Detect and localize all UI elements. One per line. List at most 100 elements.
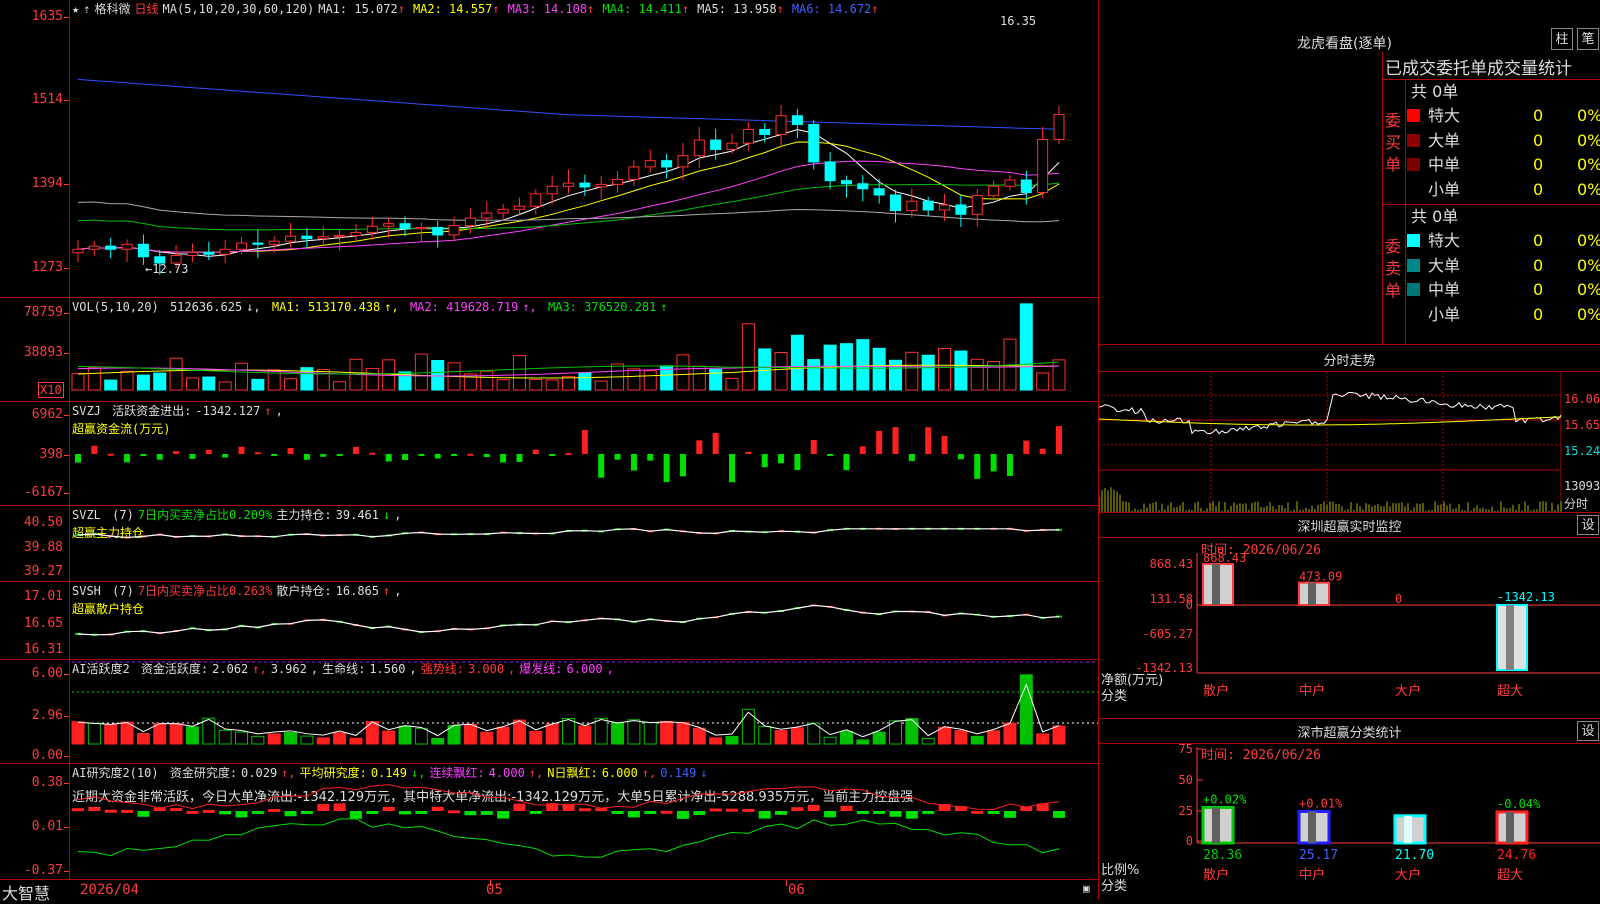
volume-bar [251, 378, 265, 391]
ai-research-pane[interactable]: 0.38 0.01 -0.37 AI研究度2(10) 资金研究度: 0.029 ↑,… [0, 764, 1098, 880]
order-row-count: 0 [1533, 179, 1544, 199]
volume-bar [218, 381, 232, 391]
research-bar [513, 803, 526, 811]
flow-bar [75, 454, 81, 463]
flow-bar [173, 451, 180, 454]
volume-chart[interactable] [0, 298, 1098, 402]
stats-panel[interactable]: 深市超赢分类统计 设 时间: 2026/06/26 75 50 25 0 +0.02% 2… [1098, 718, 1600, 900]
volume-bar [431, 359, 445, 391]
monitor-bar-shade [1212, 564, 1220, 605]
activity-bar [594, 717, 608, 745]
activity-bar [611, 722, 625, 745]
candle-body [88, 245, 100, 250]
volume-bar [774, 351, 788, 391]
candle-body [219, 248, 231, 255]
svzl-chart[interactable] [0, 506, 1098, 582]
volume-bar [185, 377, 199, 391]
research-bar [775, 811, 788, 815]
lock-icon[interactable]: ▣ [1083, 882, 1090, 895]
candle-body [334, 235, 346, 238]
volume-bar [1052, 359, 1066, 391]
svsh-chart[interactable] [0, 582, 1098, 660]
ai-research-chart[interactable] [0, 764, 1098, 880]
pen-mode-button[interactable]: 笔 [1577, 28, 1599, 50]
activity-bar [545, 723, 559, 745]
monitor-tick: -605.27 [1142, 627, 1193, 641]
stats-xlabel: 分类 [1101, 879, 1128, 894]
order-row-pct: 0% [1577, 130, 1600, 150]
svzj-pane[interactable]: 6962 398 -6167 SVZJ 活跃资金进出: -1342.127 ↑, 超… [0, 402, 1098, 506]
candle-body [775, 115, 787, 135]
flow-bar [303, 454, 310, 460]
order-row-pct: 0% [1577, 179, 1600, 199]
intraday-chart[interactable] [1099, 345, 1600, 513]
svsh-pane[interactable]: 17.01 16.65 16.31 SVSH (7) 7日内买卖净占比0.263%… [0, 582, 1098, 660]
stats-bar-shade [1506, 811, 1514, 843]
ma-line [77, 78, 1060, 130]
flow-bar [500, 454, 507, 463]
activity-bar [987, 730, 1001, 745]
research-bar [758, 811, 771, 819]
flow-bar [222, 454, 229, 458]
monitor-bar-shade [1308, 582, 1316, 605]
svzl-pane[interactable]: 40.50 39.88 39.27 SVZL (7) 7日内买卖净占比0.209%… [0, 506, 1098, 582]
volume-bar [1036, 372, 1050, 391]
bar-mode-button[interactable]: 柱 [1551, 28, 1573, 50]
volume-bar [725, 377, 739, 391]
flow-bar [532, 449, 539, 454]
research-bar [431, 806, 444, 811]
color-swatch [1407, 182, 1420, 196]
stats-bar-pct: 24.76 [1497, 848, 1536, 863]
flow-bar [729, 454, 735, 483]
flow-bar [598, 454, 605, 478]
ai-active-chart[interactable] [0, 660, 1098, 764]
flow-bar [908, 454, 915, 462]
research-bar [251, 811, 264, 814]
order-row-pct: 0% [1577, 280, 1600, 299]
stats-bar-delta: +0.01% [1299, 796, 1343, 810]
monitor-panel[interactable]: 深圳超赢实时监控 设 时间: 2026/06/26 868.43 131.58 0-… [1098, 512, 1600, 718]
stats-tab-title[interactable]: 已成交委托单成交量统计 [1385, 54, 1572, 79]
activity-bar [578, 725, 592, 745]
candle-body [579, 182, 591, 188]
candle-body [383, 223, 395, 227]
volume-pane[interactable]: 78759 38893 X10 VOL(5,10,20) 512636.625 ↓… [0, 298, 1098, 402]
flow-bar [565, 453, 572, 456]
dragon-tiger-panel: 龙虎看盘(逐单) 柱 笔 已成交委托单成交量统计 委买单 委卖单 共 0单 特大… [1098, 0, 1600, 344]
candle-body [1004, 179, 1016, 187]
stats-tick: 75 [1179, 742, 1193, 756]
intraday-tick: 15.24 [1564, 444, 1600, 458]
activity-bar [235, 731, 248, 745]
flow-bar [271, 454, 278, 456]
intraday-panel[interactable]: 分时走势 16.06 15.65 15.24 13093 分时 [1098, 344, 1600, 513]
activity-bar [463, 723, 477, 745]
monitor-tick: 0 [1186, 598, 1193, 612]
order-row-pct: 0% [1577, 106, 1600, 125]
volume-bar [627, 368, 641, 391]
ai-active-pane[interactable]: 6.00 2.96 0.00 AI活跃度2 资金活跃度: 2.062 ↑, 3.962… [0, 660, 1098, 764]
research-bar [137, 811, 150, 817]
activity-bar [741, 708, 755, 745]
volume-bar [414, 353, 428, 391]
order-row: 特大 0 0% [1407, 104, 1600, 128]
stats-bar-delta: +0.02% [1203, 792, 1247, 806]
volume-bar [120, 370, 134, 391]
order-row-label: 小单 [1428, 179, 1461, 199]
svzj-chart[interactable] [0, 402, 1098, 506]
research-bar [349, 811, 362, 819]
candlestick-chart[interactable] [0, 0, 1098, 298]
flow-bar [1056, 426, 1062, 454]
stats-bar-label: 散户 [1203, 867, 1229, 883]
candle-body [366, 225, 378, 233]
kline-pane[interactable]: 1635 1514 1394 1273 ★ ⇡ 格科微 日线 MA(5,10,20,30… [0, 0, 1098, 298]
stats-bar-shade [1404, 815, 1412, 843]
flow-bar [696, 440, 703, 454]
research-bar [72, 808, 84, 812]
stats-bar-shade [1212, 807, 1220, 843]
candle-body [824, 161, 836, 182]
candle-body [971, 195, 983, 215]
research-bar [382, 806, 395, 811]
research-bar [268, 809, 281, 813]
color-swatch [1407, 158, 1420, 171]
activity-bar [300, 735, 314, 745]
